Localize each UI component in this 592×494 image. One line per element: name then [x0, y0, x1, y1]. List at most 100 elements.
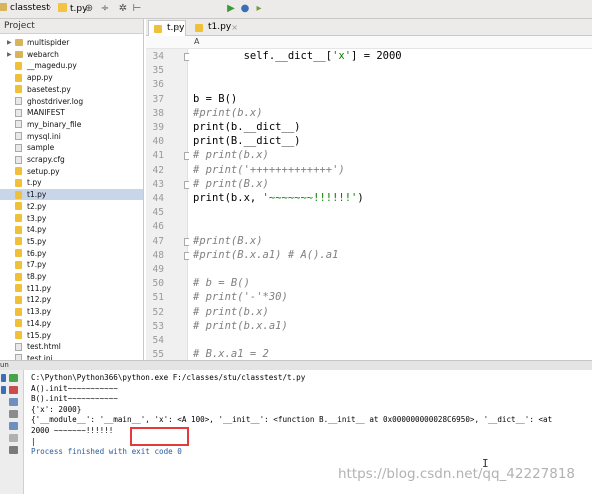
tree-item--magedu-py[interactable]: __magedu.py: [0, 60, 143, 71]
line-number: 46: [152, 221, 164, 233]
tree-item-webarch[interactable]: ▶ webarch: [0, 49, 143, 60]
navigation-bar: classtest › t.py ⊕ ÷ ✲ ⊢ ▶ ● ▸: [0, 0, 592, 19]
python-file-icon: [15, 225, 22, 234]
tree-item-manifest[interactable]: MANIFEST: [0, 107, 143, 118]
line-number: 35: [152, 65, 164, 77]
tree-item-multispider[interactable]: ▶ multispider: [0, 37, 143, 48]
run-panel-toolbar: [0, 370, 24, 494]
tree-item-label: t15.py: [27, 330, 52, 340]
python-file-icon: [15, 319, 22, 328]
code-line[interactable]: print(B.__dict__): [193, 135, 300, 147]
tree-item-setup-py[interactable]: setup.py: [0, 166, 143, 177]
scroll-to-end-icon[interactable]: [9, 398, 18, 406]
line-number: 54: [152, 335, 164, 346]
clear-icon[interactable]: [9, 434, 18, 442]
code-comment-line[interactable]: # B.x.a1 = 2: [193, 348, 269, 360]
line-number: 43: [152, 178, 164, 190]
run-panel-title[interactable]: un: [0, 361, 9, 370]
code-comment-line[interactable]: #print(B.x): [193, 235, 263, 247]
close-icon[interactable]: ×: [231, 20, 238, 35]
tree-item-scrapy-cfg[interactable]: scrapy.cfg: [0, 154, 143, 165]
tree-item-label: t5.py: [27, 236, 47, 246]
run-panel-header: un: [0, 360, 592, 370]
code-comment-line[interactable]: # print(b.x): [193, 149, 269, 161]
tree-item-t1-py[interactable]: t1.py: [0, 189, 143, 201]
tree-item-t12-py[interactable]: t12.py: [0, 294, 143, 305]
tree-item-label: t6.py: [27, 248, 47, 258]
stop-icon[interactable]: [9, 386, 18, 394]
tree-item-label: t3.py: [27, 213, 47, 223]
line-number: 49: [152, 264, 164, 275]
tree-item-t6-py[interactable]: t6.py: [0, 248, 143, 259]
code-comment-line[interactable]: #print(B.x.a1) # A().a1: [193, 249, 338, 261]
tree-item-sample[interactable]: sample: [0, 142, 143, 153]
tab-t1-py[interactable]: t1.py ×: [190, 20, 242, 36]
code-line[interactable]: print(b.x, '~~~~~~~!!!!!!'): [193, 192, 364, 204]
line-number: 41: [152, 150, 164, 162]
collapse-icon[interactable]: ÷: [100, 4, 110, 14]
tree-item-t15-py[interactable]: t15.py: [0, 330, 143, 341]
tree-item-t5-py[interactable]: t5.py: [0, 236, 143, 247]
tree-item-label: t11.py: [27, 283, 52, 293]
rerun-icon[interactable]: [9, 374, 18, 382]
line-number: 44: [152, 193, 164, 204]
code-comment-line[interactable]: #print(b.x): [193, 107, 263, 119]
tree-item-t7-py[interactable]: t7.py: [0, 259, 143, 270]
process-finished-message: Process finished with exit code 0: [31, 447, 182, 457]
code-comment-line[interactable]: # print(b.x.a1): [193, 320, 288, 332]
tree-item-t3-py[interactable]: t3.py: [0, 213, 143, 224]
code-line[interactable]: self.__dict__['x'] = 2000: [193, 50, 402, 62]
code-comment-line[interactable]: # print('-'*30): [193, 291, 288, 303]
editor-breadcrumb[interactable]: A: [146, 36, 592, 49]
tree-item-t8-py[interactable]: t8.py: [0, 271, 143, 282]
text-file-icon: [15, 155, 22, 164]
code-comment-line[interactable]: # print(b.x): [193, 306, 269, 318]
folder-icon: [15, 50, 23, 58]
line-number: 50: [152, 278, 164, 290]
expand-arrow-icon[interactable]: ▶: [7, 49, 12, 60]
tree-item-label: basetest.py: [27, 84, 71, 94]
trash-icon[interactable]: [9, 446, 18, 454]
code-line[interactable]: b = B(): [193, 93, 237, 105]
tree-item-ghostdriver-log[interactable]: ghostdriver.log: [0, 96, 143, 107]
breadcrumb-project[interactable]: classtest: [0, 3, 50, 13]
line-number: 39: [152, 122, 164, 133]
line-number: 51: [152, 292, 164, 304]
project-panel: Project ▶ multispider ▶ webarch __magedu.py a…: [0, 19, 144, 364]
code-editor[interactable]: self.__dict__['x'] = 2000 b = B() #print(b…: [189, 49, 592, 360]
tree-item-t14-py[interactable]: t14.py: [0, 318, 143, 329]
print-icon[interactable]: [9, 422, 18, 430]
tab-t-py[interactable]: t.py ×: [148, 20, 186, 36]
run-icon[interactable]: ▶: [226, 4, 236, 14]
line-number: 34: [152, 51, 164, 62]
code-comment-line[interactable]: # b = B(): [193, 277, 250, 289]
tree-item-my-binary-file[interactable]: my_binary_file: [0, 119, 143, 130]
settings-icon[interactable]: ✲: [118, 4, 128, 14]
globe-icon[interactable]: ⊕: [84, 4, 94, 14]
tree-item-t4-py[interactable]: t4.py: [0, 224, 143, 235]
project-panel-header[interactable]: Project: [0, 19, 143, 34]
code-comment-line[interactable]: # print('+++++++++++++'): [193, 164, 345, 176]
code-comment-line[interactable]: # print(B.x): [193, 178, 269, 190]
hide-icon[interactable]: ⊢: [132, 4, 142, 14]
soft-wrap-icon[interactable]: [9, 410, 18, 418]
tree-item-t13-py[interactable]: t13.py: [0, 306, 143, 317]
tree-item-label: t12.py: [27, 295, 52, 305]
python-file-icon: [15, 178, 22, 187]
close-icon[interactable]: ×: [174, 21, 181, 36]
expand-arrow-icon[interactable]: ▶: [7, 37, 12, 48]
python-file-icon: [15, 190, 22, 199]
code-line[interactable]: print(b.__dict__): [193, 121, 300, 133]
tree-item-t11-py[interactable]: t11.py: [0, 283, 143, 294]
tree-item-label: test.html: [27, 342, 61, 352]
line-number: 53: [152, 320, 164, 332]
tree-item-t-py[interactable]: t.py: [0, 177, 143, 188]
tree-item-basetest-py[interactable]: basetest.py: [0, 84, 143, 95]
coverage-icon[interactable]: ▸: [254, 4, 264, 14]
python-file-icon: [15, 249, 22, 258]
debug-icon[interactable]: ●: [240, 4, 250, 14]
tree-item-t2-py[interactable]: t2.py: [0, 201, 143, 212]
tree-item-mysql-ini[interactable]: mysql.ini: [0, 131, 143, 142]
tree-item-app-py[interactable]: app.py: [0, 72, 143, 83]
tree-item-test-html[interactable]: test.html: [0, 341, 143, 352]
